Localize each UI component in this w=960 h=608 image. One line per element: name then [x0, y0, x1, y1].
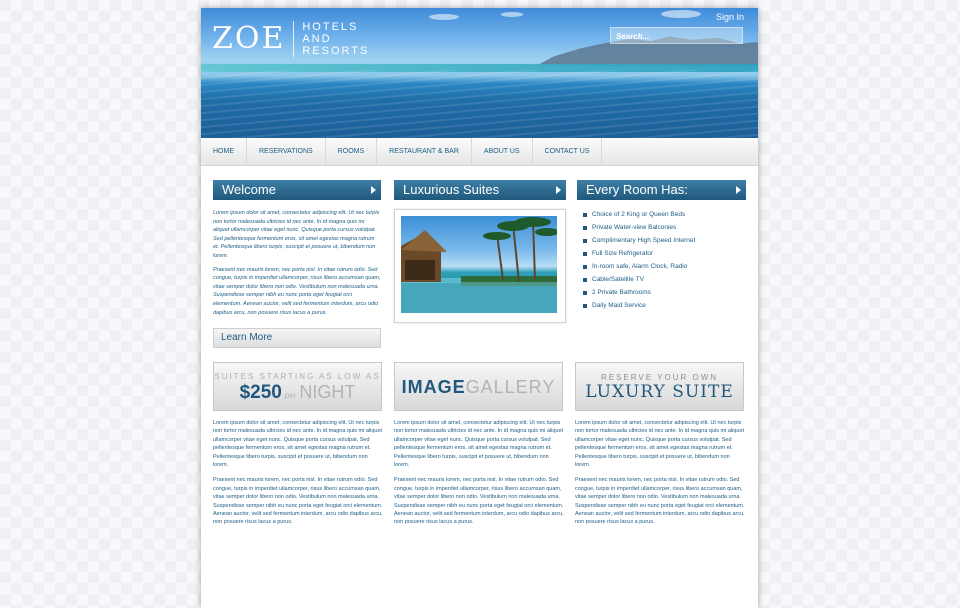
promo-reserve-line2: LUXURY SUITE [585, 382, 734, 402]
sign-in-link[interactable]: Sign In [716, 12, 744, 22]
list-item: 2 Private Bathrooms [583, 286, 695, 299]
welcome-paragraph: Praesent nec mauris lorem, nec porta nis… [213, 266, 381, 316]
room-header[interactable]: Every Room Has: [577, 180, 746, 200]
column-text: Lorem ipsum dolor sit amet, consectetur … [575, 419, 745, 534]
resort-image [401, 216, 557, 313]
amenities-list: Choice of 2 King or Queen Beds Private W… [583, 208, 695, 312]
list-item: Daily Maid Service [583, 299, 695, 312]
column-text: Lorem ipsum dolor sit amet, consectetur … [394, 419, 564, 534]
welcome-header[interactable]: Welcome [213, 180, 381, 200]
bullet-square-icon [583, 278, 587, 282]
promo-rates-line1: SUITES STARTING AS LOW AS [214, 372, 381, 381]
column-paragraph: Praesent nec mauris lorem, nec porta nis… [213, 477, 383, 526]
welcome-title: Welcome [222, 182, 276, 197]
logo-mark: ZOE [212, 21, 286, 56]
header-banner: ZOE HOTELS AND RESORTS Sign In Search... [201, 8, 758, 138]
promo-reserve[interactable]: RESERVE YOUR OWN LUXURY SUITE [575, 362, 744, 411]
column-paragraph: Lorem ipsum dolor sit amet, consectetur … [394, 420, 564, 469]
bullet-square-icon [583, 291, 587, 295]
learn-more-button[interactable]: Learn More [213, 328, 381, 348]
resort-illustration [401, 217, 557, 313]
list-item: Full Size Refrigerator [583, 247, 695, 260]
bullet-square-icon [583, 265, 587, 269]
nav-home[interactable]: HOME [201, 138, 247, 165]
promo-per: per [284, 391, 297, 400]
column-paragraph: Praesent nec mauris lorem, nec porta nis… [575, 477, 745, 526]
site-logo[interactable]: ZOE HOTELS AND RESORTS [212, 21, 369, 57]
nav-restaurant-bar[interactable]: RESTAURANT & BAR [377, 138, 472, 165]
nav-reservations[interactable]: RESERVATIONS [247, 138, 326, 165]
column-paragraph: Lorem ipsum dolor sit amet, consectetur … [575, 420, 745, 469]
suites-photo[interactable] [394, 209, 566, 323]
arrow-right-icon [736, 186, 741, 194]
room-title: Every Room Has: [586, 182, 688, 197]
column-paragraph: Praesent nec mauris lorem, nec porta nis… [394, 477, 564, 526]
nav-rooms[interactable]: ROOMS [326, 138, 378, 165]
bullet-square-icon [583, 252, 587, 256]
list-item: Choice of 2 King or Queen Beds [583, 208, 695, 221]
promo-night: NIGHT [299, 382, 356, 402]
list-item: Complimentary High Speed Internet [583, 234, 695, 247]
bullet-square-icon [583, 226, 587, 230]
suites-header[interactable]: Luxurious Suites [394, 180, 566, 200]
promo-gallery-gallery: GALLERY [465, 377, 556, 397]
suites-title: Luxurious Suites [403, 182, 500, 197]
promo-gallery-image: IMAGE [401, 377, 466, 397]
search-input[interactable]: Search... [610, 27, 743, 44]
nav-contact-us[interactable]: CONTACT US [533, 138, 603, 165]
promo-image-gallery[interactable]: IMAGEGALLERY [394, 362, 563, 411]
bullet-square-icon [583, 304, 587, 308]
list-item: In-room safe, Alarm Clock, Radio [583, 260, 695, 273]
promo-reserve-line1: RESERVE YOUR OWN [600, 373, 719, 382]
column-paragraph: Lorem ipsum dolor sit amet, consectetur … [213, 420, 383, 469]
welcome-text: Lorem ipsum dolor sit amet, consectetur … [213, 209, 381, 322]
arrow-right-icon [371, 186, 376, 194]
list-item: Private Water-view Balconies [583, 221, 695, 234]
nav-about-us[interactable]: ABOUT US [472, 138, 533, 165]
arrow-right-icon [556, 186, 561, 194]
logo-divider [293, 21, 295, 57]
list-item: Cable/Satellite TV [583, 273, 695, 286]
promo-rates[interactable]: SUITES STARTING AS LOW AS $250 per NIGHT [213, 362, 382, 411]
page-container: ZOE HOTELS AND RESORTS Sign In Search...… [201, 8, 758, 608]
promo-price: $250 [239, 382, 282, 403]
main-nav: HOME RESERVATIONS ROOMS RESTAURANT & BAR… [201, 138, 758, 166]
bullet-square-icon [583, 239, 587, 243]
column-text: Lorem ipsum dolor sit amet, consectetur … [213, 419, 383, 534]
logo-wordmark: HOTELS AND RESORTS [302, 21, 370, 57]
welcome-paragraph: Lorem ipsum dolor sit amet, consectetur … [213, 210, 380, 259]
bullet-square-icon [583, 213, 587, 217]
